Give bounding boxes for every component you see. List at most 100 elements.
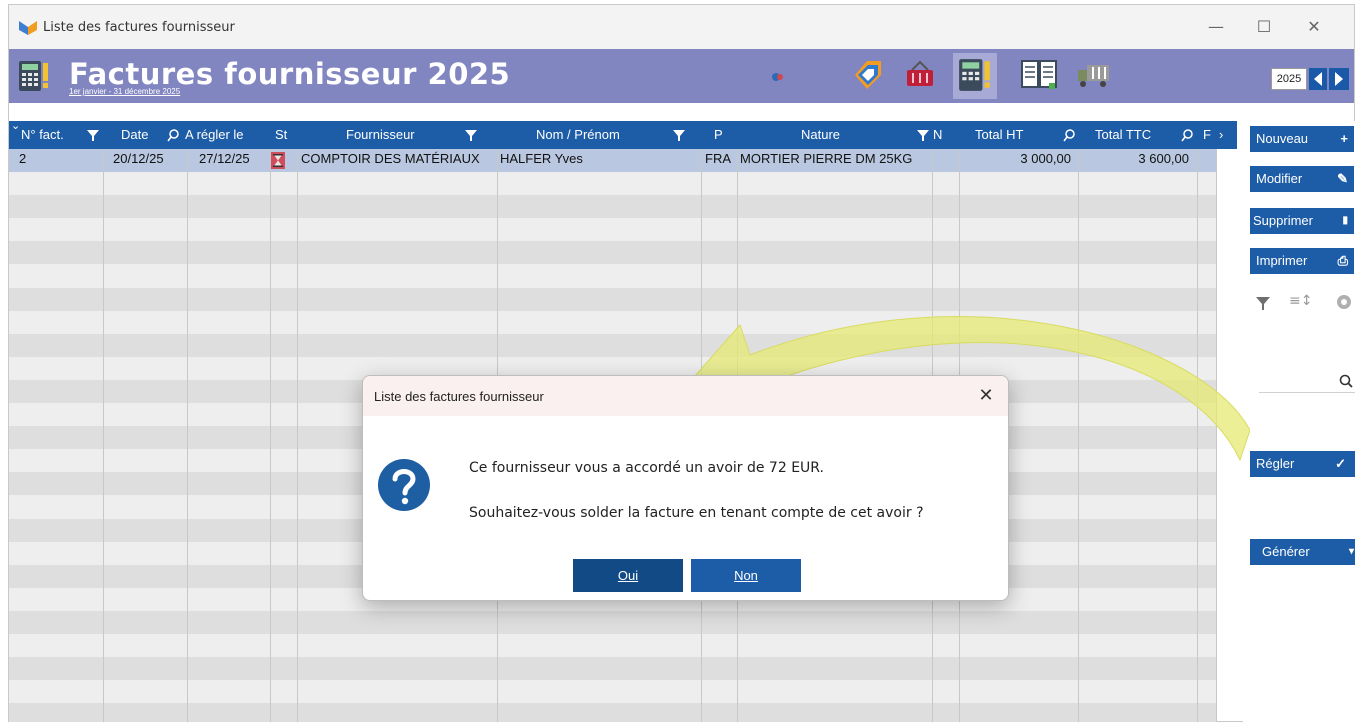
page-title: Factures fournisseur 2025 (69, 57, 511, 91)
delete-button-label: Supprimer (1253, 213, 1313, 228)
calculator-icon (19, 61, 48, 91)
ledger-icon[interactable] (1019, 57, 1059, 93)
search-icon[interactable] (1181, 128, 1193, 142)
no-button[interactable]: Non (691, 559, 801, 592)
dialog-title-bar: Liste des factures fournisseur ✕ (363, 376, 1008, 416)
cell-name: HALFER Yves (500, 151, 583, 166)
column-header-supplier[interactable]: Fournisseur (346, 121, 436, 149)
sort-icon[interactable]: ≡↕ (1289, 293, 1312, 309)
clear-filter-icon[interactable] (1255, 295, 1271, 311)
dialog-close-button[interactable]: ✕ (974, 384, 998, 408)
column-header-total-ht[interactable]: Total HT (975, 121, 1035, 149)
yes-button-label: Oui (617, 568, 639, 583)
truck-icon[interactable] (1075, 57, 1115, 93)
column-header-total-ttc[interactable]: Total TTC (1095, 121, 1161, 149)
check-icon: ✓ (1335, 456, 1346, 471)
column-header-date[interactable]: Date (121, 121, 161, 149)
column-divider (1216, 149, 1217, 722)
generate-button[interactable]: Générer ▾ (1250, 539, 1355, 565)
column-header-name[interactable]: Nom / Prénom (536, 121, 656, 149)
pay-button[interactable]: Régler ✓ (1250, 451, 1355, 477)
quick-search-input[interactable] (1259, 371, 1355, 393)
empty-table-row (9, 195, 1217, 219)
window-title: Liste des factures fournisseur (43, 20, 235, 35)
printer-icon: ⎙ (1337, 253, 1348, 268)
column-divider (1078, 149, 1079, 722)
settings-icon[interactable] (1335, 293, 1353, 311)
next-year-button[interactable] (1329, 68, 1349, 90)
year-field[interactable]: 2025 (1271, 68, 1307, 90)
hourglass-status-icon (271, 152, 285, 169)
confirm-dialog: Liste des factures fournisseur ✕ Ce four… (362, 375, 1009, 601)
title-bar: Liste des factures fournisseur — ☐ ✕ (9, 5, 1354, 49)
empty-table-row (9, 633, 1217, 658)
edit-button-label: Modifier (1256, 171, 1303, 186)
basket-icon[interactable] (902, 57, 938, 93)
cell-total-ht: 3 000,00 (1020, 151, 1071, 166)
filter-icon[interactable] (87, 128, 99, 142)
search-icon (1339, 374, 1353, 388)
tag-icon[interactable] (849, 57, 885, 93)
empty-table-row (9, 680, 1217, 704)
table-row[interactable]: 2 20/12/25 27/12/25 COMPTOIR DES MATÉRIA… (9, 149, 1217, 173)
edit-button[interactable]: Modifier ✎ (1250, 166, 1354, 192)
filter-icon[interactable] (465, 128, 477, 142)
cell-due-date: 27/12/25 (199, 151, 250, 166)
new-button[interactable]: Nouveau + (1250, 126, 1354, 152)
column-header-status[interactable]: St (275, 121, 295, 149)
cell-supplier: COMPTOIR DES MATÉRIAUX (301, 151, 480, 166)
column-divider (187, 149, 188, 722)
search-icon[interactable] (1063, 128, 1075, 142)
yes-button[interactable]: Oui (573, 559, 683, 592)
column-header-number[interactable]: N° fact. (21, 121, 83, 149)
plus-icon: + (1340, 131, 1348, 146)
arrow-right-icon (1335, 72, 1343, 86)
column-divider (1197, 149, 1198, 722)
period-subtitle[interactable]: 1er janvier - 31 décembre 2025 (69, 87, 180, 96)
no-button-label: Non (734, 568, 758, 583)
column-header-nature[interactable]: Nature (801, 121, 861, 149)
empty-table-row (9, 703, 1217, 722)
search-icon[interactable] (167, 128, 179, 142)
app-logo-icon (19, 21, 37, 35)
column-divider (103, 149, 104, 722)
pay-button-label: Régler (1256, 456, 1295, 471)
print-button-label: Imprimer (1256, 253, 1308, 268)
filter-icon[interactable] (917, 128, 929, 142)
maximize-button[interactable]: ☐ (1249, 15, 1279, 39)
dialog-message-line1: Ce fournisseur vous a accordé un avoir d… (469, 460, 824, 476)
minimize-button[interactable]: — (1201, 15, 1231, 39)
column-header-p[interactable]: P (714, 121, 728, 149)
app-window: Liste des factures fournisseur — ☐ ✕ Fac… (8, 4, 1355, 722)
empty-table-row (9, 333, 1217, 357)
cell-nature: MORTIER PIERRE DM 25KG (740, 151, 913, 166)
empty-table-row (9, 218, 1217, 242)
empty-table-row (9, 610, 1217, 634)
empty-table-row (9, 657, 1217, 681)
print-button[interactable]: Imprimer ⎙ (1250, 248, 1354, 274)
column-header-n[interactable]: N (933, 121, 947, 149)
cell-date: 20/12/25 (113, 151, 164, 166)
invoice-calculator-icon[interactable] (957, 57, 993, 93)
empty-table-row (9, 310, 1217, 334)
empty-table-row (9, 172, 1217, 196)
empty-table-row (9, 264, 1217, 288)
generate-button-label: Générer (1262, 544, 1310, 559)
column-header-due-date[interactable]: A régler le (185, 121, 269, 149)
empty-table-row (9, 241, 1217, 265)
column-divider (297, 149, 298, 722)
small-dots-icon[interactable] (771, 71, 785, 83)
previous-year-button[interactable] (1309, 68, 1327, 90)
scroll-columns-right-icon[interactable]: › (1219, 121, 1233, 149)
close-window-button[interactable]: ✕ (1299, 15, 1329, 39)
column-divider (270, 149, 271, 722)
dialog-message-line2: Souhaitez-vous solder la facture en tena… (469, 505, 924, 521)
delete-button[interactable]: Supprimer ▮ (1250, 208, 1354, 234)
arrow-left-icon (1314, 72, 1322, 86)
collapse-chevron-icon[interactable]: ⌄ (11, 121, 20, 132)
pencil-icon: ✎ (1337, 171, 1348, 186)
empty-table-row (9, 287, 1217, 311)
filter-icon[interactable] (673, 128, 685, 142)
new-button-label: Nouveau (1256, 131, 1309, 146)
column-header-f[interactable]: F (1203, 121, 1213, 149)
